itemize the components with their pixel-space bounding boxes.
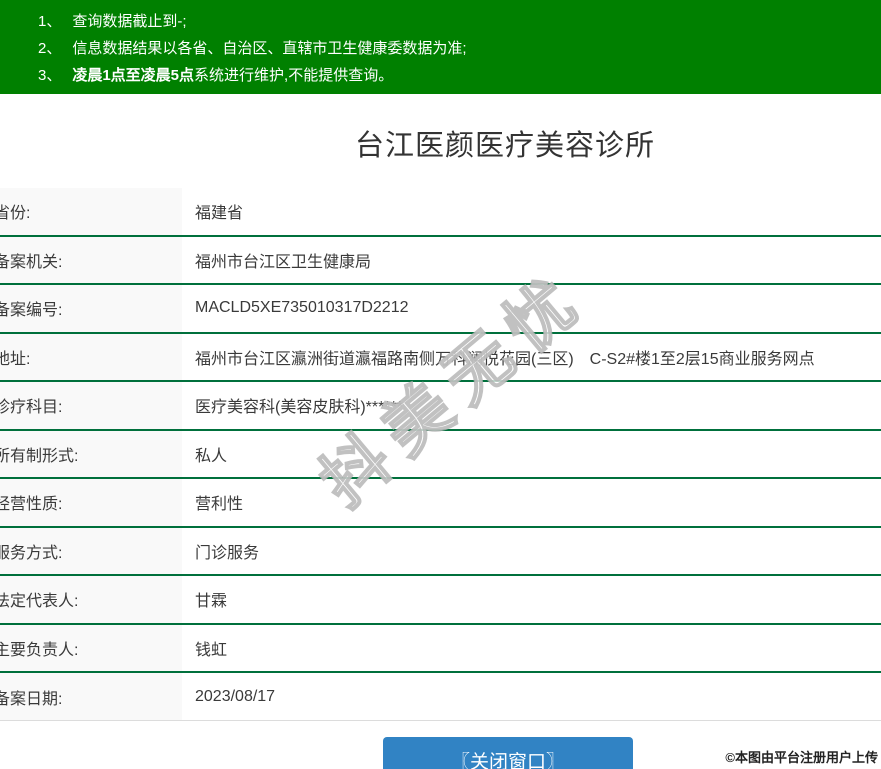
notice-item-3: 3、 凌晨1点至凌晨5点 系统进行维护,不能提供查询。 bbox=[38, 62, 881, 89]
table-row-province: 省份: 福建省 bbox=[0, 188, 881, 237]
row-label: 地址: bbox=[0, 334, 182, 381]
title-area: 台江医颜医疗美容诊所 bbox=[0, 94, 881, 188]
notice-number: 1、 bbox=[38, 8, 61, 35]
table-row-main-person-in-charge: 主要负责人: 钱虹 bbox=[0, 625, 881, 674]
table-row-ownership-form: 所有制形式: 私人 bbox=[0, 431, 881, 480]
row-label: 备案编号: bbox=[0, 285, 182, 332]
row-value: MACLD5XE735010317D2212 bbox=[182, 285, 881, 332]
upload-credit-note: ©本图由平台注册用户上传 bbox=[725, 747, 878, 766]
notice-number: 3、 bbox=[38, 62, 61, 89]
row-label: 服务方式: bbox=[0, 528, 182, 575]
institution-info-table: 省份: 福建省 备案机关: 福州市台江区卫生健康局 备案编号: MACLD5XE… bbox=[0, 188, 881, 721]
row-value: 门诊服务 bbox=[182, 528, 881, 575]
row-value: 甘霖 bbox=[182, 576, 881, 623]
notice-text: 查询数据截止到-; bbox=[72, 8, 186, 35]
close-window-button[interactable]: 〖关闭窗口〗 bbox=[383, 737, 633, 769]
row-value: 医疗美容科(美容皮肤科)****** bbox=[182, 382, 881, 429]
table-row-filing-date: 备案日期: 2023/08/17 bbox=[0, 673, 881, 721]
row-value: 福州市台江区卫生健康局 bbox=[182, 237, 881, 284]
row-value: 营利性 bbox=[182, 479, 881, 526]
row-value: 2023/08/17 bbox=[182, 673, 881, 720]
page-title: 台江医颜医疗美容诊所 bbox=[355, 130, 655, 162]
row-label: 备案机关: bbox=[0, 237, 182, 284]
table-row-treatment-subjects: 诊疗科目: 医疗美容科(美容皮肤科)****** bbox=[0, 382, 881, 431]
row-label: 经营性质: bbox=[0, 479, 182, 526]
notice-number: 2、 bbox=[38, 35, 61, 62]
notice-bold-text: 凌晨1点至凌晨5点 bbox=[72, 62, 194, 89]
table-row-business-nature: 经营性质: 营利性 bbox=[0, 479, 881, 528]
row-label: 省份: bbox=[0, 188, 182, 235]
notice-item-1: 1、 查询数据截止到-; bbox=[38, 8, 881, 35]
notice-item-2: 2、 信息数据结果以各省、自治区、直辖市卫生健康委数据为准; bbox=[38, 35, 881, 62]
row-label: 主要负责人: bbox=[0, 625, 182, 672]
table-row-address: 地址: 福州市台江区瀛洲街道瀛福路南侧万科澜悦花园(三区) C-S2#楼1至2层… bbox=[0, 334, 881, 383]
row-label: 备案日期: bbox=[0, 673, 182, 720]
row-value: 福州市台江区瀛洲街道瀛福路南侧万科澜悦花园(三区) C-S2#楼1至2层15商业… bbox=[182, 334, 881, 381]
table-row-filing-authority: 备案机关: 福州市台江区卫生健康局 bbox=[0, 237, 881, 286]
page-container: 1、 查询数据截止到-; 2、 信息数据结果以各省、自治区、直辖市卫生健康委数据… bbox=[0, 0, 881, 769]
notice-header: 1、 查询数据截止到-; 2、 信息数据结果以各省、自治区、直辖市卫生健康委数据… bbox=[0, 0, 881, 94]
row-label: 所有制形式: bbox=[0, 431, 182, 478]
table-row-filing-number: 备案编号: MACLD5XE735010317D2212 bbox=[0, 285, 881, 334]
row-value: 福建省 bbox=[182, 188, 881, 235]
notice-text: 信息数据结果以各省、自治区、直辖市卫生健康委数据为准; bbox=[72, 35, 466, 62]
row-label: 诊疗科目: bbox=[0, 382, 182, 429]
table-row-legal-representative: 法定代表人: 甘霖 bbox=[0, 576, 881, 625]
row-value: 私人 bbox=[182, 431, 881, 478]
row-label: 法定代表人: bbox=[0, 576, 182, 623]
table-row-service-mode: 服务方式: 门诊服务 bbox=[0, 528, 881, 577]
row-value: 钱虹 bbox=[182, 625, 881, 672]
notice-text: 系统进行维护,不能提供查询。 bbox=[194, 62, 393, 89]
